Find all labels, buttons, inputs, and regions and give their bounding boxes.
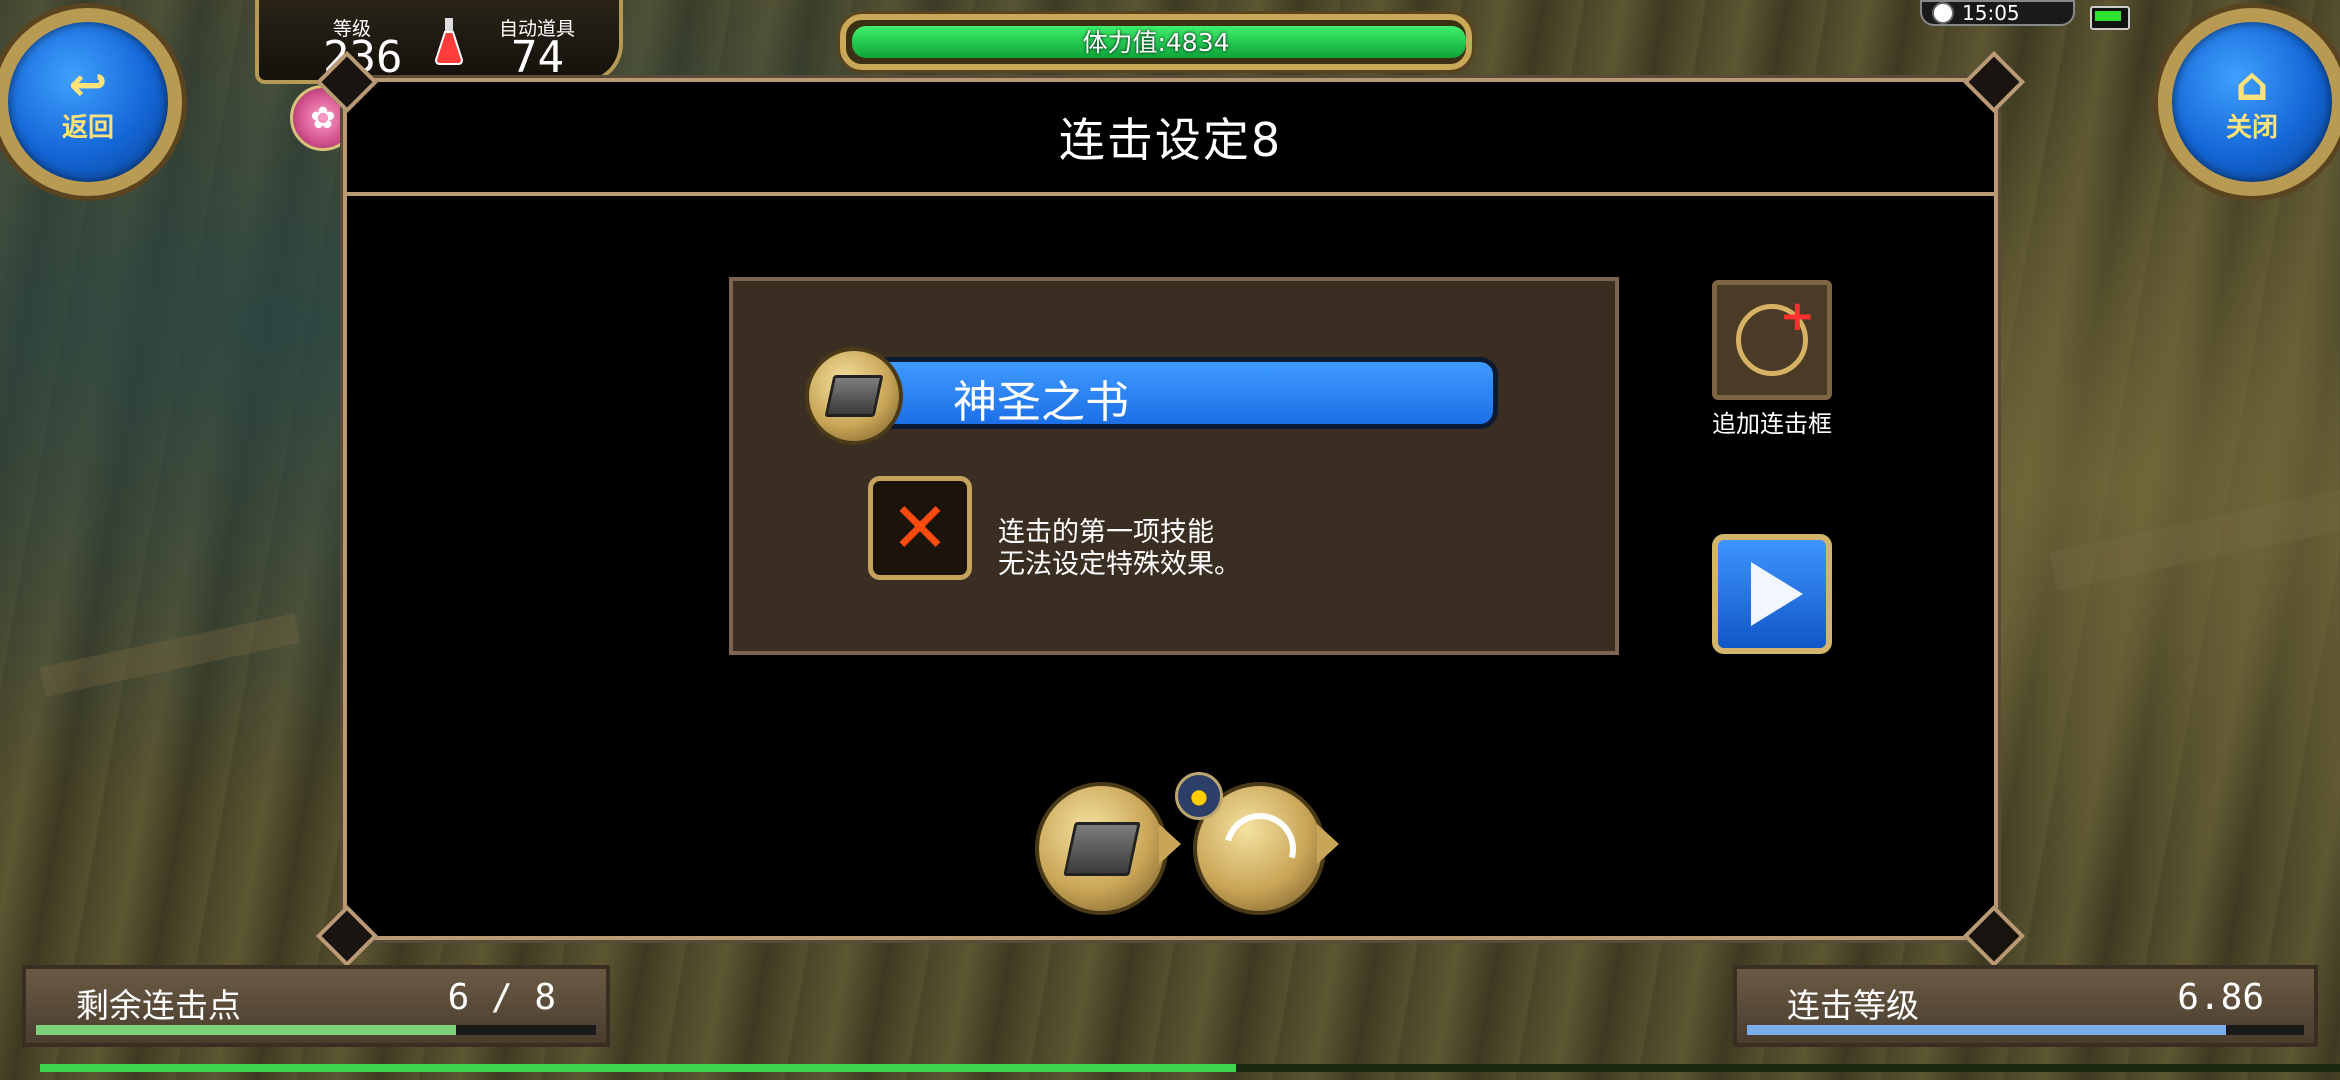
combo-level-bar: 连击等级 6.86 <box>1733 965 2318 1047</box>
combo-settings-dialog: 连击设定8 神圣之书 ✕ 连击的第一项技能 无法设定特殊效果。 + 追加连击框 … <box>315 50 2026 968</box>
special-effect-disabled-box[interactable]: ✕ <box>868 476 972 580</box>
back-button[interactable]: ↩ 返回 <box>0 8 182 196</box>
stamina-text: 体力值:4834 <box>1082 28 1230 57</box>
x-icon: ✕ <box>890 487 950 569</box>
add-combo-label: 追加连击框 <box>1712 410 1832 438</box>
skill-panel: 神圣之书 ✕ 连击的第一项技能 无法设定特殊效果。 <box>729 277 1619 655</box>
remaining-track <box>36 1025 596 1035</box>
scene-plank <box>39 613 301 697</box>
combo-level-label: 连击等级 <box>1787 986 1919 1025</box>
add-ring-icon: + <box>1736 295 1815 376</box>
dialog-header: 连击设定8 <box>347 82 1994 196</box>
play-button[interactable] <box>1712 534 1832 654</box>
note-line-2: 无法设定特殊效果。 <box>998 549 1241 580</box>
book-icon <box>824 375 884 417</box>
player-status-panel: 等级 236 自动道具 74 <box>255 0 623 84</box>
corner-ornament <box>1962 904 2026 968</box>
back-button-label: 返回 <box>61 112 114 143</box>
skill-name-bar[interactable]: 神圣之书 <box>858 357 1498 429</box>
stamina-bar: 体力值:4834 <box>840 14 1472 70</box>
combo-slot-1[interactable] <box>1035 782 1168 915</box>
experience-fill <box>40 1064 1236 1072</box>
book-icon <box>1062 821 1141 876</box>
potion-icon <box>434 18 464 65</box>
scene-plank <box>2049 489 2340 591</box>
home-icon: ⌂ <box>2235 56 2269 111</box>
add-combo-button[interactable]: + <box>1712 280 1832 400</box>
eye-icon[interactable]: ● <box>1175 772 1223 820</box>
clock: 15:05 <box>1920 0 2075 26</box>
remaining-value: 6 / 8 <box>447 977 556 1018</box>
note-line-1: 连击的第一项技能 <box>998 517 1214 548</box>
clock-time: 15:05 <box>1962 1 2020 25</box>
chevron-right-icon <box>1159 824 1181 864</box>
plus-icon: + <box>1779 291 1815 340</box>
remaining-label: 剩余连击点 <box>76 986 241 1025</box>
play-icon <box>1751 562 1803 626</box>
battery-icon <box>2090 6 2130 30</box>
skill-medal[interactable] <box>805 347 903 445</box>
combo-level-value: 6.86 <box>2177 977 2264 1018</box>
combo-level-track <box>1747 1025 2304 1035</box>
skill-name: 神圣之书 <box>953 377 1129 428</box>
clock-icon <box>1932 2 1954 24</box>
experience-bar <box>40 1064 2340 1072</box>
close-button-label: 关闭 <box>2225 112 2278 143</box>
chevron-right-icon <box>1317 824 1339 864</box>
special-effect-note: 连击的第一项技能 无法设定特殊效果。 <box>998 517 1241 581</box>
slash-skill-icon <box>1210 799 1309 898</box>
dialog-title: 连击设定8 <box>1058 113 1283 167</box>
back-arrow-icon: ↩ <box>68 56 108 111</box>
combo-level-fill <box>1747 1025 2227 1035</box>
close-button[interactable]: ⌂ 关闭 <box>2158 8 2340 196</box>
corner-ornament <box>315 904 379 968</box>
remaining-combo-points-bar: 剩余连击点 6 / 8 <box>22 965 610 1047</box>
auto-item-value: 74 <box>511 32 564 83</box>
remaining-fill <box>36 1025 456 1035</box>
